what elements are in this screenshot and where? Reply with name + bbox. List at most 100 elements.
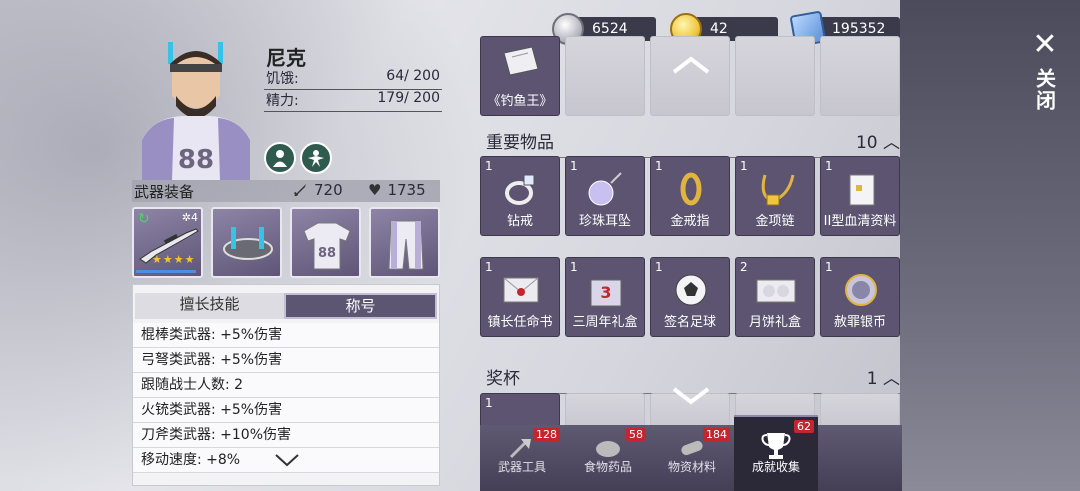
item-qty: 1: [485, 396, 493, 410]
document-icon: [849, 174, 875, 206]
fighter-icon: [308, 150, 324, 167]
important-items-title: 重要物品: [486, 133, 554, 153]
item-cell[interactable]: 1 钻戒: [480, 156, 560, 236]
health-stat: ♥ 1735: [368, 181, 426, 199]
equip-slot-body[interactable]: 88: [290, 207, 361, 278]
hunger-label: 饥饿:: [266, 71, 299, 87]
hunger-row: 饥饿: 64/ 200: [264, 68, 442, 90]
tab-materials[interactable]: 184 物资材料: [650, 425, 734, 491]
skill-row: 弓弩类武器: +5%伤害: [133, 348, 439, 373]
item-cell[interactable]: 1 签名足球: [650, 257, 730, 337]
item-qty: 2: [740, 260, 748, 274]
item-cell[interactable]: 1 珍珠耳坠: [565, 156, 645, 236]
item-qty: 1: [570, 159, 578, 173]
energy-row: 精力: 179/ 200: [264, 90, 442, 112]
pants-icon: [388, 220, 424, 270]
tab-count: 58: [626, 428, 646, 441]
item-name: 《钓鱼王》: [487, 94, 553, 109]
item-cell[interactable]: 1 金项链: [735, 156, 815, 236]
football-icon: [675, 274, 707, 306]
skill-badge-2[interactable]: [300, 142, 332, 174]
item-qty: 1: [825, 260, 833, 274]
item-name: 镇长任命书: [487, 315, 553, 330]
heart-icon: ♥: [368, 181, 382, 199]
item-name: 三周年礼盒: [572, 315, 638, 330]
item-cell[interactable]: 1 金戒指: [650, 156, 730, 236]
item-cell[interactable]: 1 赦罪银币: [820, 257, 900, 337]
book-icon: [503, 46, 539, 76]
attack-value: 720: [314, 181, 343, 199]
item-qty: 1: [485, 260, 493, 274]
scroll-down-chevron-icon[interactable]: [274, 452, 300, 468]
equip-slot-legs[interactable]: [369, 207, 440, 278]
mooncake-box-icon: [756, 279, 796, 303]
tab-label: 食物药品: [583, 460, 632, 474]
currency-value: 42: [710, 21, 728, 37]
important-items-header[interactable]: 重要物品 10 ︿: [486, 128, 900, 158]
item-cell[interactable]: 1 镇长任命书: [480, 257, 560, 337]
trophy-count: 1 ︿: [866, 369, 900, 389]
tab-achievements[interactable]: 62 成就收集: [734, 415, 818, 491]
tab-skills[interactable]: 擅长技能: [135, 293, 284, 319]
hunger-value: 64/ 200: [386, 68, 440, 84]
item-qty: 1: [570, 260, 578, 274]
pearl-earring-icon: [588, 172, 622, 206]
equip-slot-headgear[interactable]: [211, 207, 282, 278]
item-cell[interactable]: 1 II型血清资料: [820, 156, 900, 236]
diamond-ring-icon: [505, 174, 535, 205]
person-icon: [273, 150, 287, 167]
empty-cell: [565, 36, 645, 116]
tab-count: 184: [703, 428, 730, 441]
tab-label: 成就收集: [751, 460, 800, 474]
tab-title[interactable]: 称号: [284, 293, 437, 319]
silver-coin-icon: [845, 274, 877, 306]
jersey-icon: 88: [303, 222, 351, 270]
scroll-down-chevron-icon[interactable]: [671, 386, 711, 406]
weapon-level: ✲4: [181, 211, 198, 224]
item-name: 月饼礼盒: [748, 315, 801, 330]
item-cell-top[interactable]: 《钓鱼王》: [480, 36, 560, 116]
skill-badge-1[interactable]: [264, 142, 296, 174]
item-name: 金戒指: [670, 214, 710, 229]
item-name: 赦罪银币: [833, 315, 886, 330]
svg-text:88: 88: [318, 246, 336, 261]
category-tab-bar: 128 武器工具 58 食物药品 184 物资材料 62 成就收集: [480, 415, 902, 491]
item-name: 签名足球: [663, 315, 716, 330]
svg-text:88: 88: [178, 145, 214, 175]
health-value: 1735: [387, 181, 426, 199]
character-portrait: 88: [142, 42, 250, 180]
tab-weapons-tools[interactable]: 128 武器工具: [480, 425, 564, 491]
skill-row: 棍棒类武器: +5%伤害: [133, 323, 439, 348]
empty-cell: [820, 36, 900, 116]
tab-label: 武器工具: [497, 460, 546, 474]
item-name: 钻戒: [506, 214, 533, 229]
gold-ring-icon: [680, 172, 702, 206]
item-qty: 1: [655, 159, 663, 173]
tab-food-medicine[interactable]: 58 食物药品: [566, 425, 650, 491]
attack-stat: 720: [292, 181, 343, 199]
currency-value: 195352: [832, 21, 886, 37]
item-cell[interactable]: 1 3 三周年礼盒: [565, 257, 645, 337]
item-cell[interactable]: 2 月饼礼盒: [735, 257, 815, 337]
weapon-stars: ★★★★: [152, 253, 196, 266]
energy-value: 179/ 200: [377, 90, 440, 106]
letter-icon: [503, 277, 539, 303]
important-items-count: 10 ︿: [855, 133, 900, 153]
empty-cell: [650, 36, 730, 116]
equip-slot-weapon[interactable]: ↻ ✲4 ★★★★: [132, 207, 203, 278]
food-icon: [596, 441, 620, 457]
item-qty: 1: [740, 159, 748, 173]
trophy-icon: [761, 433, 791, 459]
scroll-up-chevron-icon[interactable]: [671, 55, 711, 75]
energy-label: 精力:: [266, 93, 299, 109]
weapon-durability-bar: [136, 270, 196, 273]
gift-box-icon: 3: [590, 279, 622, 307]
item-name: II型血清资料: [823, 214, 897, 229]
trophy-title: 奖杯: [486, 369, 520, 389]
gold-necklace-icon: [761, 174, 795, 206]
item-qty: 1: [655, 260, 663, 274]
skill-row: 火铳类武器: +5%伤害: [133, 398, 439, 423]
close-button[interactable]: ✕ 关闭: [1020, 30, 1070, 113]
item-qty: 1: [485, 159, 493, 173]
item-name: 金项链: [755, 214, 795, 229]
